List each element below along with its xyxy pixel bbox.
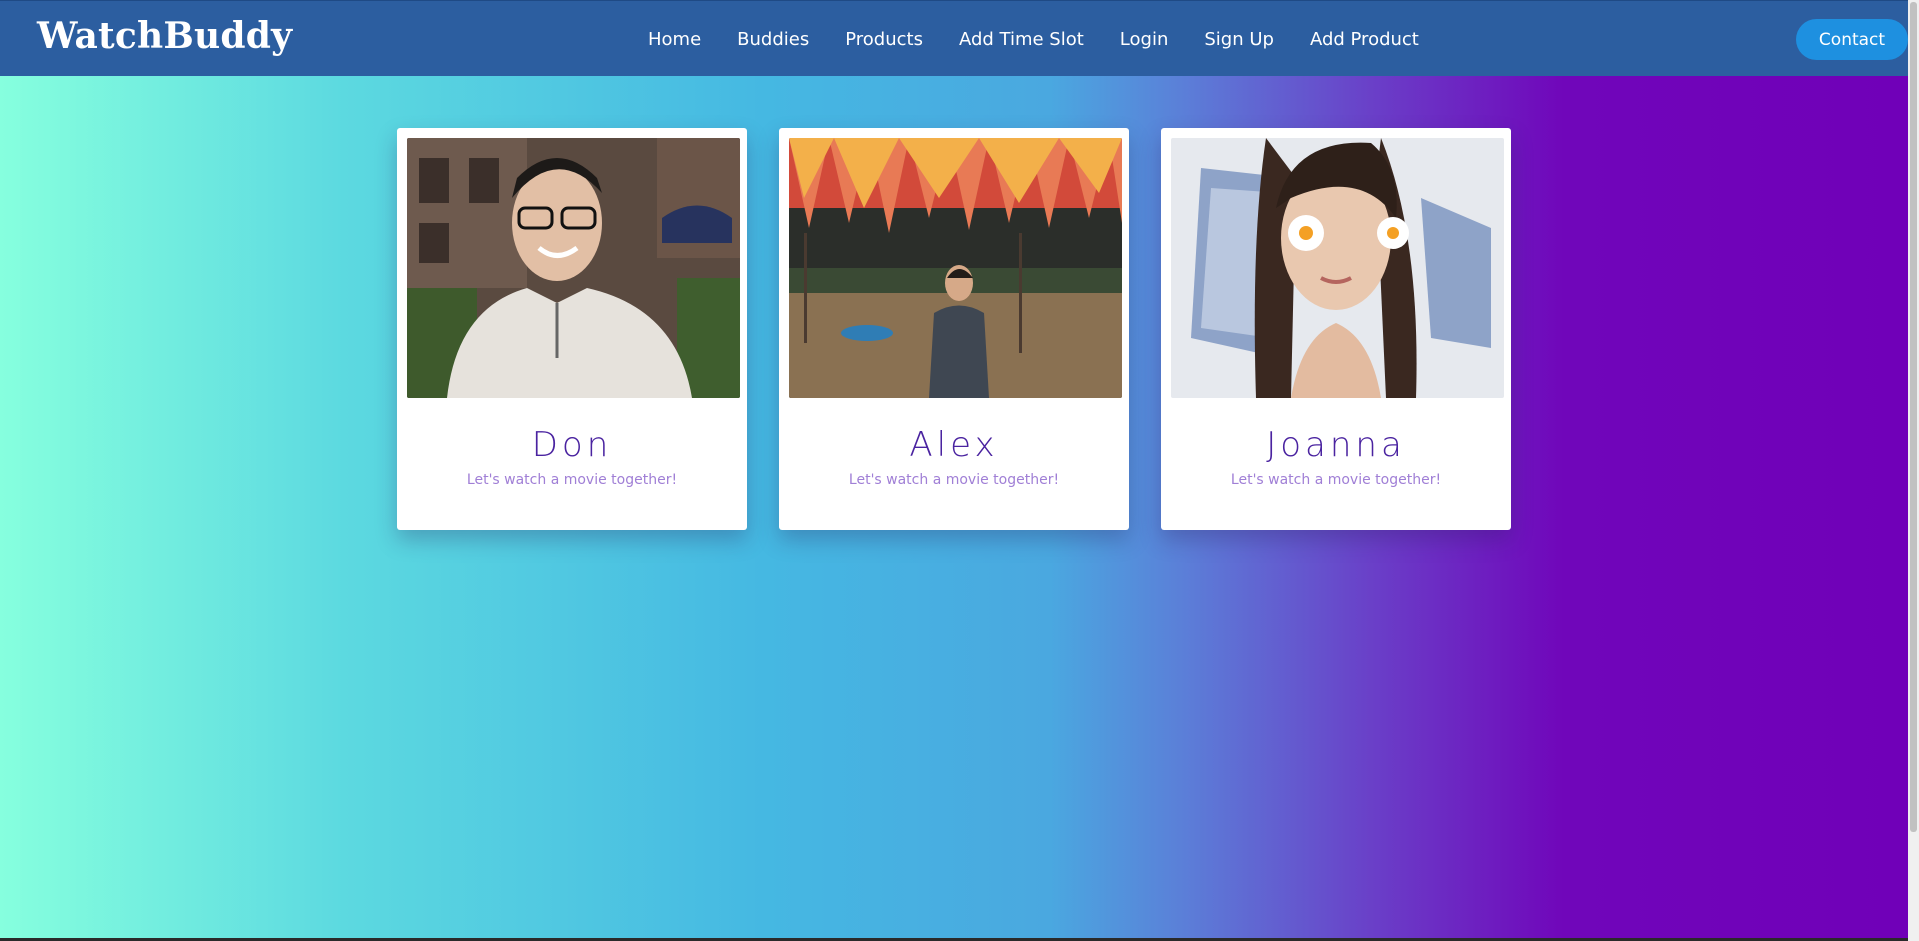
buddy-card[interactable]: Alex Let's watch a movie together!: [779, 128, 1129, 530]
buddy-tagline: Let's watch a movie together!: [1230, 472, 1442, 488]
buddy-tagline: Let's watch a movie together!: [466, 472, 678, 488]
nav-link-home[interactable]: Home: [648, 29, 701, 50]
nav-links: Home Buddies Products Add Time Slot Logi…: [648, 1, 1455, 77]
nav-link-add-product[interactable]: Add Product: [1310, 29, 1419, 50]
buddy-photo: [407, 138, 740, 398]
buddy-photo: [1171, 138, 1504, 398]
nav-link-buddies[interactable]: Buddies: [737, 29, 809, 50]
buddy-tagline: Let's watch a movie together!: [848, 472, 1060, 488]
contact-button[interactable]: Contact: [1796, 19, 1908, 60]
buddy-cards: Don Let's watch a movie together! Alex L…: [397, 128, 1543, 530]
buddy-name: Alex: [909, 425, 999, 465]
navbar: WatchBuddy Home Buddies Products Add Tim…: [0, 0, 1908, 76]
buddy-photo: [789, 138, 1122, 398]
nav-link-add-time-slot[interactable]: Add Time Slot: [959, 29, 1084, 50]
buddy-name: Joanna: [1266, 425, 1406, 465]
nav-link-products[interactable]: Products: [845, 29, 923, 50]
scrollbar-thumb[interactable]: [1910, 2, 1917, 832]
buddy-card[interactable]: Joanna Let's watch a movie together!: [1161, 128, 1511, 530]
nav-link-sign-up[interactable]: Sign Up: [1204, 29, 1274, 50]
nav-link-login[interactable]: Login: [1120, 29, 1169, 50]
brand-logo[interactable]: WatchBuddy: [37, 15, 292, 57]
buddy-name: Don: [531, 425, 613, 465]
buddy-card[interactable]: Don Let's watch a movie together!: [397, 128, 747, 530]
page-background: WatchBuddy Home Buddies Products Add Tim…: [0, 0, 1908, 938]
